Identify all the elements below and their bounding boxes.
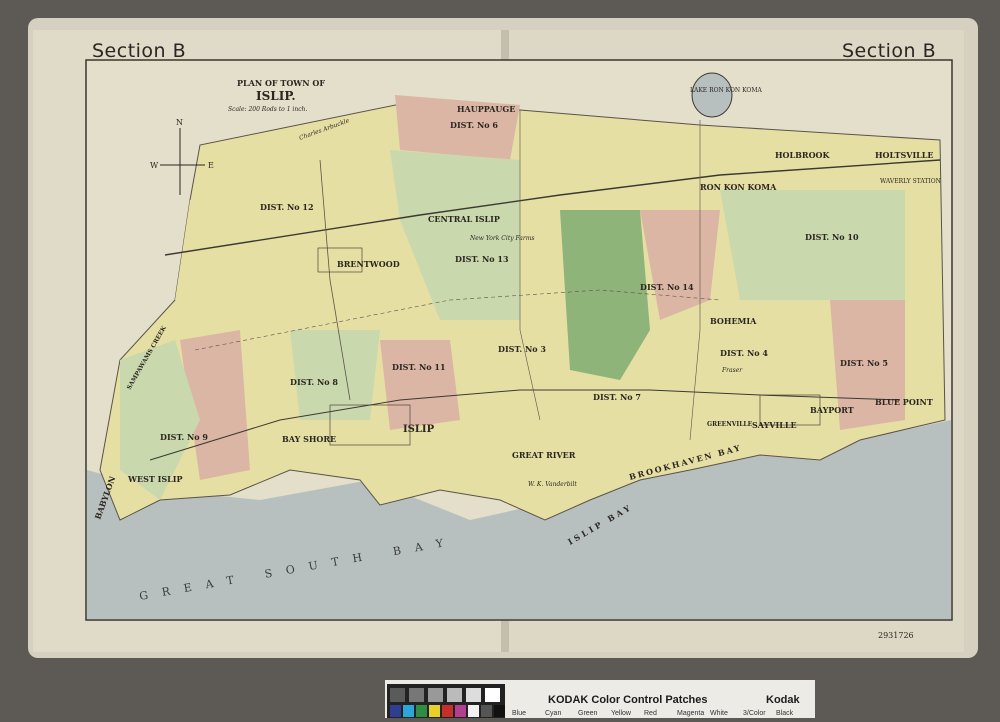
header-left: Section B <box>92 40 187 62</box>
kodak-color-target: KODAK Color Control Patches Kodak Blue Cy… <box>385 680 815 718</box>
place-west-islip: WEST ISLIP <box>127 474 183 484</box>
place-bohemia: BOHEMIA <box>710 316 757 326</box>
district-4: DIST. No 4 <box>720 348 768 358</box>
swatch-label: Black <box>776 710 794 717</box>
plate-number: 2931726 <box>878 631 914 640</box>
color-swatch <box>390 705 401 717</box>
compass-n: N <box>176 118 183 127</box>
place-greenville: GREENVILLE <box>707 421 753 428</box>
swatch-label: White <box>710 710 728 717</box>
atlas-svg: N E W PLAN OF TOWN OF ISLIP. Scale: 200 … <box>28 18 978 718</box>
swatch-label: Red <box>644 710 657 717</box>
lake-ronkonkoma <box>691 72 733 118</box>
place-lake-ronkonkoma: LAKE RON KON KOMA <box>690 87 762 94</box>
district-3: DIST. No 3 <box>498 344 546 354</box>
atlas-scene: N E W PLAN OF TOWN OF ISLIP. Scale: 200 … <box>0 0 1000 718</box>
kodak-target-title: KODAK Color Control Patches <box>548 694 708 706</box>
color-swatch <box>468 705 479 717</box>
district-13: DIST. No 13 <box>455 254 509 264</box>
district-7: DIST. No 7 <box>593 392 641 402</box>
place-bay-shore: BAY SHORE <box>282 434 336 444</box>
place-bayport: BAYPORT <box>810 405 854 415</box>
place-vanderbilt: W. K. Vanderbilt <box>528 481 577 488</box>
color-swatch <box>416 705 427 717</box>
place-hauppauge: HAUPPAUGE <box>457 104 515 114</box>
district-9: DIST. No 9 <box>160 432 208 442</box>
place-blue-point: BLUE POINT <box>875 397 933 407</box>
swatch-label: Magenta <box>677 710 704 717</box>
grey-swatch <box>485 688 500 702</box>
place-sayville: SAYVILLE <box>752 420 797 430</box>
district-11-fill <box>380 340 460 430</box>
map-scale: Scale: 200 Rods to 1 inch. <box>228 106 307 113</box>
map-title: PLAN OF TOWN OF <box>237 78 325 88</box>
swatch-label: Cyan <box>545 710 561 717</box>
swatch-label: Green <box>578 710 598 717</box>
swatch-label: Blue <box>512 710 526 717</box>
compass-w: W <box>150 161 159 170</box>
district-5: DIST. No 5 <box>840 358 888 368</box>
grey-swatch <box>447 688 462 702</box>
place-ron-kon-koma: RON KON KOMA <box>700 182 777 192</box>
swatch-labels: Blue Cyan Green Yellow Red Magenta White 3/Colo… <box>512 710 794 717</box>
swatch-label: 3/Color <box>743 710 766 717</box>
color-swatch <box>429 705 440 717</box>
place-holbrook: HOLBROOK <box>775 150 831 160</box>
swatch-label: Yellow <box>611 710 632 717</box>
grey-swatch <box>390 688 405 702</box>
district-10-fill <box>720 190 905 300</box>
map-town-name: ISLIP. <box>256 89 296 103</box>
district-12: DIST. No 12 <box>260 202 314 212</box>
color-swatch <box>481 705 492 717</box>
place-great-river: GREAT RIVER <box>512 450 576 460</box>
grey-swatch <box>409 688 424 702</box>
color-swatch <box>455 705 466 717</box>
place-brentwood: BRENTWOOD <box>337 259 400 269</box>
grey-swatch <box>466 688 481 702</box>
place-holtsville: HOLTSVILLE <box>875 150 934 160</box>
kodak-brand: Kodak <box>766 694 801 706</box>
place-waverly-station: WAVERLY STATION <box>880 178 941 185</box>
district-8: DIST. No 8 <box>290 377 338 387</box>
district-11: DIST. No 11 <box>392 362 446 372</box>
grey-swatch <box>428 688 443 702</box>
district-10: DIST. No 10 <box>805 232 859 242</box>
place-fraser: Fraser <box>721 367 743 374</box>
header-right: Section B <box>842 40 937 62</box>
district-14: DIST. No 14 <box>640 282 694 292</box>
color-swatch <box>442 705 453 717</box>
district-6: DIST. No 6 <box>450 120 498 130</box>
compass-e: E <box>208 161 214 170</box>
color-swatch <box>494 705 505 717</box>
district-8-fill <box>290 330 380 420</box>
place-central-islip: CENTRAL ISLIP <box>428 214 500 224</box>
color-swatch <box>403 705 414 717</box>
place-islip: ISLIP <box>403 424 435 435</box>
place-new-york-city-farms: New York City Farms <box>469 235 535 242</box>
